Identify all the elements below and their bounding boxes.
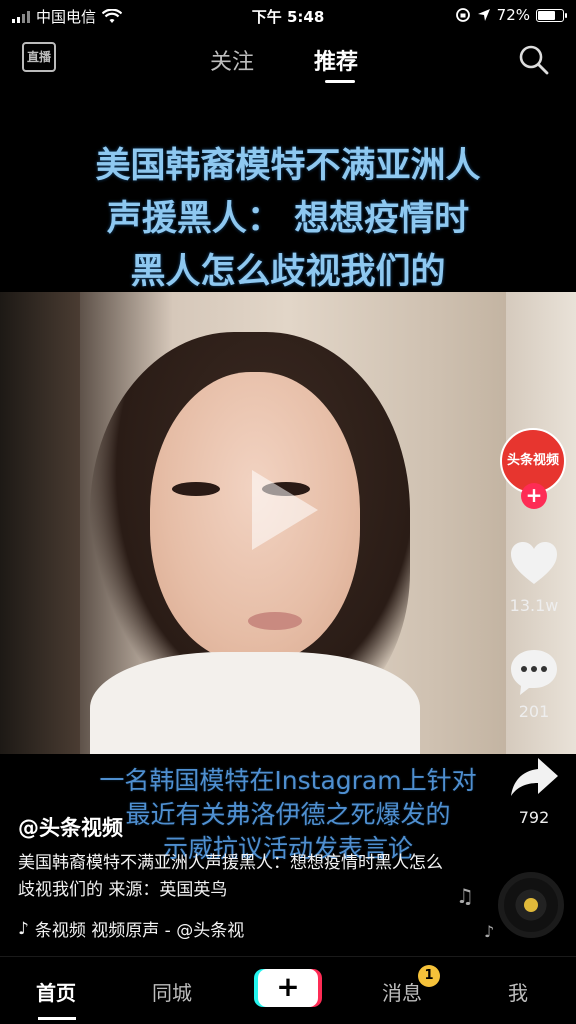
heart-icon[interactable] <box>508 538 560 590</box>
follow-button[interactable]: + <box>521 483 547 509</box>
battery-percent: 72% <box>496 6 530 24</box>
video-subject-lips <box>248 612 302 630</box>
music-disc-icon[interactable] <box>498 872 564 938</box>
tab-follow[interactable]: 关注 <box>210 44 254 76</box>
share-count: 792 <box>518 808 550 827</box>
tab-home[interactable]: 首页 <box>36 977 76 1006</box>
top-navigation: 直播 关注 推荐 <box>0 34 576 84</box>
battery-icon <box>536 8 567 22</box>
tab-recommend[interactable]: 推荐 <box>314 44 358 76</box>
title-line: 美国韩裔模特不满亚洲人 <box>95 146 481 186</box>
title-line: 声援黑人： 想想疫情时 <box>106 199 470 239</box>
video-subject-eye <box>172 482 220 496</box>
live-icon[interactable]: 直播 <box>22 42 56 72</box>
share-icon[interactable] <box>508 752 560 804</box>
music-marquee[interactable]: ♪ 条视频 视频原声 - @头条视 <box>18 916 308 942</box>
comment-count: 201 <box>518 702 550 721</box>
bottom-tab-bar: 首页 同城 + 消息 1 我 <box>0 956 576 1024</box>
subtitle-line: 一名韩国模特在Instagram上针对 <box>99 766 477 795</box>
comment-icon[interactable] <box>508 646 560 698</box>
like-count: 13.1w <box>509 596 559 615</box>
play-icon[interactable] <box>252 470 318 550</box>
message-badge: 1 <box>418 965 440 987</box>
tab-nearby[interactable]: 同城 <box>152 977 192 1006</box>
lock-rotation-icon <box>455 8 470 22</box>
video-subject-shoulder <box>90 652 420 754</box>
search-icon[interactable] <box>518 44 550 76</box>
video-description[interactable]: 美国韩裔模特不满亚洲人声援黑人：想想疫情时黑人怎么歧视我们的 来源：英国英鸟 <box>18 850 448 904</box>
music-text: 条视频 视频原声 - @头条视 <box>34 921 245 941</box>
video-title-overlay: 美国韩裔模特不满亚洲人 声援黑人： 想想疫情时 黑人怎么歧视我们的 <box>0 140 576 299</box>
status-bar: 中国电信 下午 5:48 72% <box>0 0 576 32</box>
music-note-icon: ♫ <box>456 884 474 908</box>
video-blur-left <box>0 292 80 754</box>
tab-profile[interactable]: 我 <box>508 977 528 1006</box>
tab-messages[interactable]: 消息 <box>382 977 422 1006</box>
music-note-icon: ♪ <box>18 918 29 939</box>
active-tab-indicator <box>38 1017 76 1020</box>
active-tab-indicator <box>325 80 355 83</box>
location-icon <box>477 9 490 21</box>
author-handle[interactable]: @头条视频 <box>18 812 123 842</box>
music-note-icon: ♪ <box>484 922 495 941</box>
create-button[interactable]: + <box>258 969 318 1007</box>
